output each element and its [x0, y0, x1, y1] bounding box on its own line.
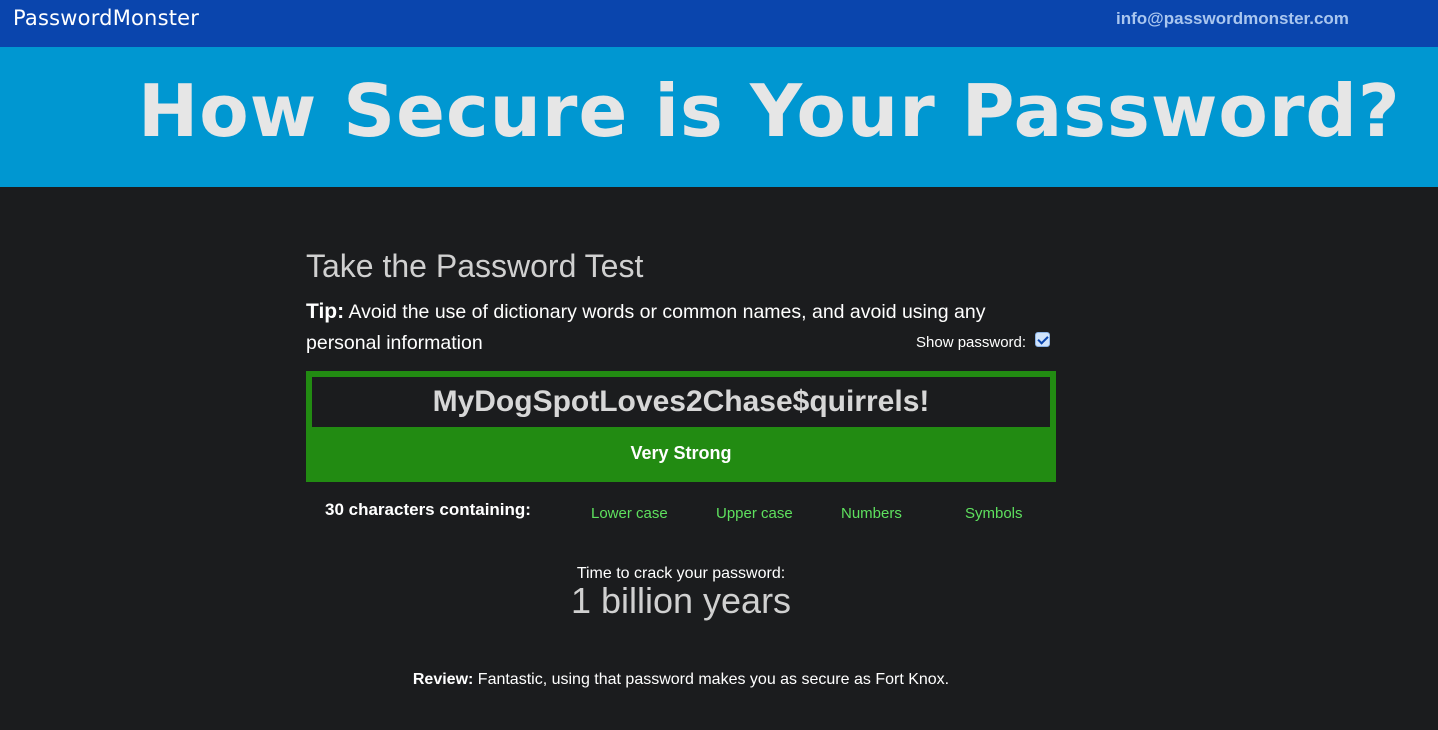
test-title: Take the Password Test	[306, 248, 644, 284]
type-numbers: Numbers	[841, 505, 902, 522]
password-meter: Very Strong	[306, 371, 1056, 482]
review-text: Review: Fantastic, using that password m…	[0, 671, 1362, 689]
show-password-toggle[interactable]: Show password:	[916, 332, 1051, 351]
show-password-checkbox[interactable]	[1035, 332, 1051, 347]
strength-label: Very Strong	[630, 443, 732, 463]
brand-logo[interactable]: PasswordMonster	[13, 6, 199, 30]
contact-email-link[interactable]: info@passwordmonster.com	[1116, 9, 1349, 29]
show-password-label: Show password:	[916, 334, 1027, 351]
type-upper-case: Upper case	[716, 505, 793, 522]
tip-body: Avoid the use of dictionary words or com…	[306, 301, 986, 354]
type-lower-case: Lower case	[591, 505, 668, 522]
hero-title: How Secure is Your Password?	[138, 69, 1401, 153]
review-label: Review:	[412, 671, 474, 688]
tip-label: Tip:	[306, 300, 345, 323]
password-input[interactable]	[312, 377, 1050, 427]
crack-time-value: 1 billion years	[570, 580, 792, 621]
review-body: Fantastic, using that password makes you…	[473, 671, 950, 688]
hero-banner: How Secure is Your Password?	[0, 47, 1438, 187]
top-bar: PasswordMonster info@passwordmonster.com	[0, 0, 1438, 47]
character-count-label: 30 characters containing:	[325, 500, 531, 519]
type-symbols: Symbols	[965, 505, 1023, 522]
